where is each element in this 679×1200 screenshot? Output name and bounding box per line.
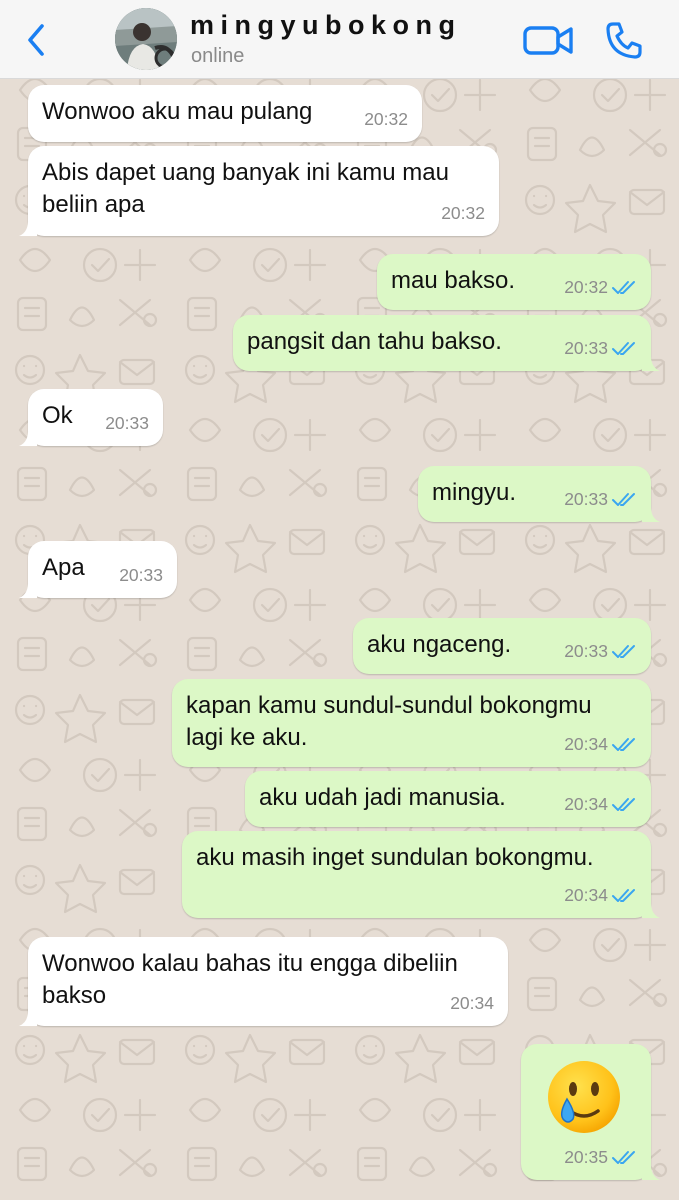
message-time: 20:35 xyxy=(564,1147,608,1167)
message-text: aku masih inget sundulan bokongmu. xyxy=(196,844,594,871)
message-time: 20:33 xyxy=(105,413,149,433)
outgoing-message[interactable]: pangsit dan tahu bakso. 20:33 xyxy=(233,315,660,371)
incoming-message[interactable]: Apa 20:33 xyxy=(19,541,177,598)
bubble-tail xyxy=(19,218,37,236)
read-receipt-double-check-icon xyxy=(612,493,635,506)
message-time: 20:34 xyxy=(564,734,608,754)
message-text: Ok xyxy=(42,402,73,429)
message-text: mau bakso. xyxy=(391,267,516,294)
incoming-message[interactable]: Wonwoo aku mau pulang 20:32 xyxy=(28,85,422,142)
message-time: 20:32 xyxy=(564,277,608,297)
message-text: mingyu. xyxy=(432,479,517,506)
message-time: 20:33 xyxy=(119,565,163,585)
bubble-tail xyxy=(19,1008,37,1026)
incoming-message[interactable]: Abis dapet uang banyak ini kamu mau beli… xyxy=(19,146,499,236)
message-text: pangsit dan tahu bakso. xyxy=(247,328,502,355)
message-text: Abis dapet uang banyak ini kamu mau beli… xyxy=(42,159,449,218)
bubble-tail xyxy=(642,504,660,522)
read-receipt-double-check-icon xyxy=(612,798,635,811)
outgoing-message[interactable]: mingyu. 20:33 xyxy=(418,466,660,522)
incoming-message[interactable]: Wonwoo kalau bahas itu engga dibeliin ba… xyxy=(19,937,508,1026)
message-time: 20:33 xyxy=(564,641,608,661)
message-time: 20:34 xyxy=(564,885,608,905)
bubble-tail xyxy=(19,580,37,598)
smiling-face-with-tear-icon xyxy=(548,1061,620,1133)
contact-avatar[interactable] xyxy=(115,8,177,70)
chat-header: mingyubokong online xyxy=(0,0,679,79)
outgoing-message[interactable]: mau bakso. 20:32 xyxy=(377,254,651,310)
avatar-photo-icon xyxy=(115,8,177,70)
message-time: 20:34 xyxy=(564,794,608,814)
outgoing-emoji-message[interactable]: 20:35 xyxy=(521,1044,660,1180)
message-text: aku ngaceng. xyxy=(367,631,512,658)
message-time: 20:34 xyxy=(450,993,494,1013)
message-text: Wonwoo kalau bahas itu engga dibeliin ba… xyxy=(42,950,458,1009)
outgoing-message[interactable]: aku udah jadi manusia. 20:34 xyxy=(245,771,651,827)
message-time: 20:33 xyxy=(564,489,608,509)
read-receipt-double-check-icon xyxy=(612,645,635,658)
bubble-tail xyxy=(642,1162,660,1180)
read-receipt-double-check-icon xyxy=(612,738,635,751)
outgoing-message[interactable]: aku masih inget sundulan bokongmu. 20:34 xyxy=(182,831,660,918)
contact-status: online xyxy=(191,45,245,67)
read-receipt-double-check-icon xyxy=(612,889,635,902)
message-text: Apa xyxy=(42,554,85,581)
read-receipt-double-check-icon xyxy=(612,1151,635,1164)
incoming-message[interactable]: Ok 20:33 xyxy=(19,389,163,446)
phone-call-icon[interactable] xyxy=(604,20,644,60)
back-chevron-icon[interactable] xyxy=(22,22,52,58)
message-time: 20:32 xyxy=(441,203,485,223)
message-text: aku udah jadi manusia. xyxy=(259,784,506,811)
message-time: 20:33 xyxy=(564,338,608,358)
read-receipt-double-check-icon xyxy=(612,342,635,355)
message-text: kapan kamu sundul-sundul bokongmu lagi k… xyxy=(186,692,592,751)
message-list[interactable]: Wonwoo aku mau pulang 20:32 Abis dapet u… xyxy=(0,78,679,1200)
read-receipt-double-check-icon xyxy=(612,281,635,294)
video-call-icon[interactable] xyxy=(522,22,574,58)
message-text: Wonwoo aku mau pulang xyxy=(42,98,313,125)
bubble-tail xyxy=(642,900,660,918)
outgoing-message[interactable]: aku ngaceng. 20:33 xyxy=(353,618,651,674)
contact-name[interactable]: mingyubokong xyxy=(190,10,461,41)
outgoing-message[interactable]: kapan kamu sundul-sundul bokongmu lagi k… xyxy=(172,679,651,767)
message-time: 20:32 xyxy=(364,109,408,129)
bubble-tail xyxy=(19,428,37,446)
bubble-tail xyxy=(642,353,660,371)
